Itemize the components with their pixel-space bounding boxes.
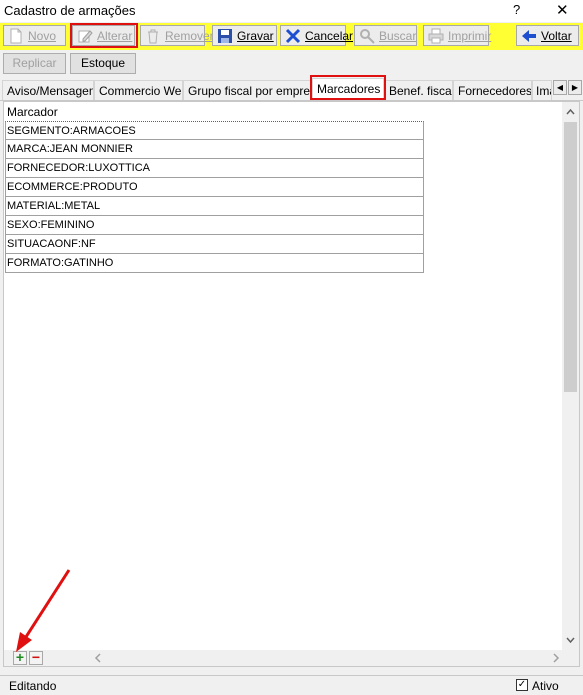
new-document-icon (8, 28, 24, 44)
search-icon (359, 28, 375, 44)
tab-benef-fiscal[interactable]: Benef. fiscal (384, 80, 453, 100)
estoque-button[interactable]: Estoque (70, 53, 136, 74)
table-row[interactable]: SEXO:FEMININO (5, 216, 424, 235)
table-row[interactable]: MARCA:JEAN MONNIER (5, 140, 424, 159)
grid-header-marcador[interactable]: Marcador (5, 103, 424, 121)
imprimir-button[interactable]: Imprimir (423, 25, 492, 46)
marcadores-highlight (310, 75, 386, 100)
table-row[interactable]: SITUACAONF:NF (5, 235, 424, 254)
table-row[interactable]: MATERIAL:METAL (5, 197, 424, 216)
buscar-button[interactable]: Buscar (354, 25, 417, 46)
title-bar: Cadastro de armações ? ✕ (0, 0, 583, 22)
tab-aviso-mensagem[interactable]: Aviso/Mensagem (2, 80, 94, 100)
marcador-grid: Marcador SEGMENTO:ARMACOES MARCA:JEAN MO… (5, 103, 424, 273)
back-arrow-icon (521, 28, 537, 44)
vertical-scrollbar[interactable] (562, 102, 579, 652)
table-row[interactable]: FORNECEDOR:LUXOTTICA (5, 159, 424, 178)
status-mode: Editando (9, 679, 57, 693)
tab-strip: Aviso/Mensagem Commercio Web Grupo fisca… (0, 77, 583, 101)
printer-icon (428, 28, 444, 44)
cancel-x-icon (285, 28, 301, 44)
novo-label: Novo (28, 28, 57, 43)
remove-row-button[interactable]: − (29, 650, 43, 665)
voltar-button[interactable]: Voltar (516, 25, 579, 46)
window-title: Cadastro de armações (4, 3, 136, 18)
ativo-label: Ativo (532, 679, 559, 693)
table-row[interactable]: SEGMENTO:ARMACOES (5, 121, 424, 140)
vertical-scroll-thumb[interactable] (564, 122, 577, 392)
tab-scroll-left-icon[interactable]: ◀ (553, 80, 567, 95)
replicar-button[interactable]: Replicar (3, 53, 66, 74)
close-button[interactable]: ✕ (556, 1, 569, 19)
remover-button[interactable]: Remover (140, 25, 214, 46)
tab-fornecedores[interactable]: Fornecedores (453, 80, 532, 100)
ativo-checkbox[interactable]: ✓ (516, 679, 528, 691)
help-button[interactable]: ? (513, 2, 520, 17)
save-icon (217, 28, 233, 44)
remover-label: Remover (165, 28, 214, 43)
gravar-button[interactable]: Gravar (212, 25, 277, 46)
tab-imagens[interactable]: Ima (532, 80, 552, 100)
cancelar-label: Cancelar (305, 28, 354, 43)
cancelar-button[interactable]: Cancelar (280, 25, 353, 46)
voltar-label: Voltar (541, 28, 572, 43)
buscar-label: Buscar (379, 28, 417, 43)
status-bar: Editando ✓ Ativo (0, 675, 583, 695)
tab-commercio-web[interactable]: Commercio Web (94, 80, 183, 100)
novo-button[interactable]: Novo (3, 25, 66, 46)
alterar-highlight (70, 23, 138, 48)
tab-grupo-fiscal[interactable]: Grupo fiscal por empresa (183, 80, 312, 100)
horizontal-scrollbar[interactable]: + − (4, 650, 579, 666)
add-row-button[interactable]: + (13, 650, 27, 665)
gravar-label: Gravar (237, 28, 274, 43)
marcadores-panel: Marcador SEGMENTO:ARMACOES MARCA:JEAN MO… (3, 101, 580, 667)
table-row[interactable]: FORMATO:GATINHO (5, 254, 424, 273)
imprimir-label: Imprimir (448, 28, 492, 43)
action-row: Replicar Estoque (0, 51, 583, 77)
tab-scroll-right-icon[interactable]: ▶ (568, 80, 582, 95)
trash-icon (145, 28, 161, 44)
table-row[interactable]: ECOMMERCE:PRODUTO (5, 178, 424, 197)
